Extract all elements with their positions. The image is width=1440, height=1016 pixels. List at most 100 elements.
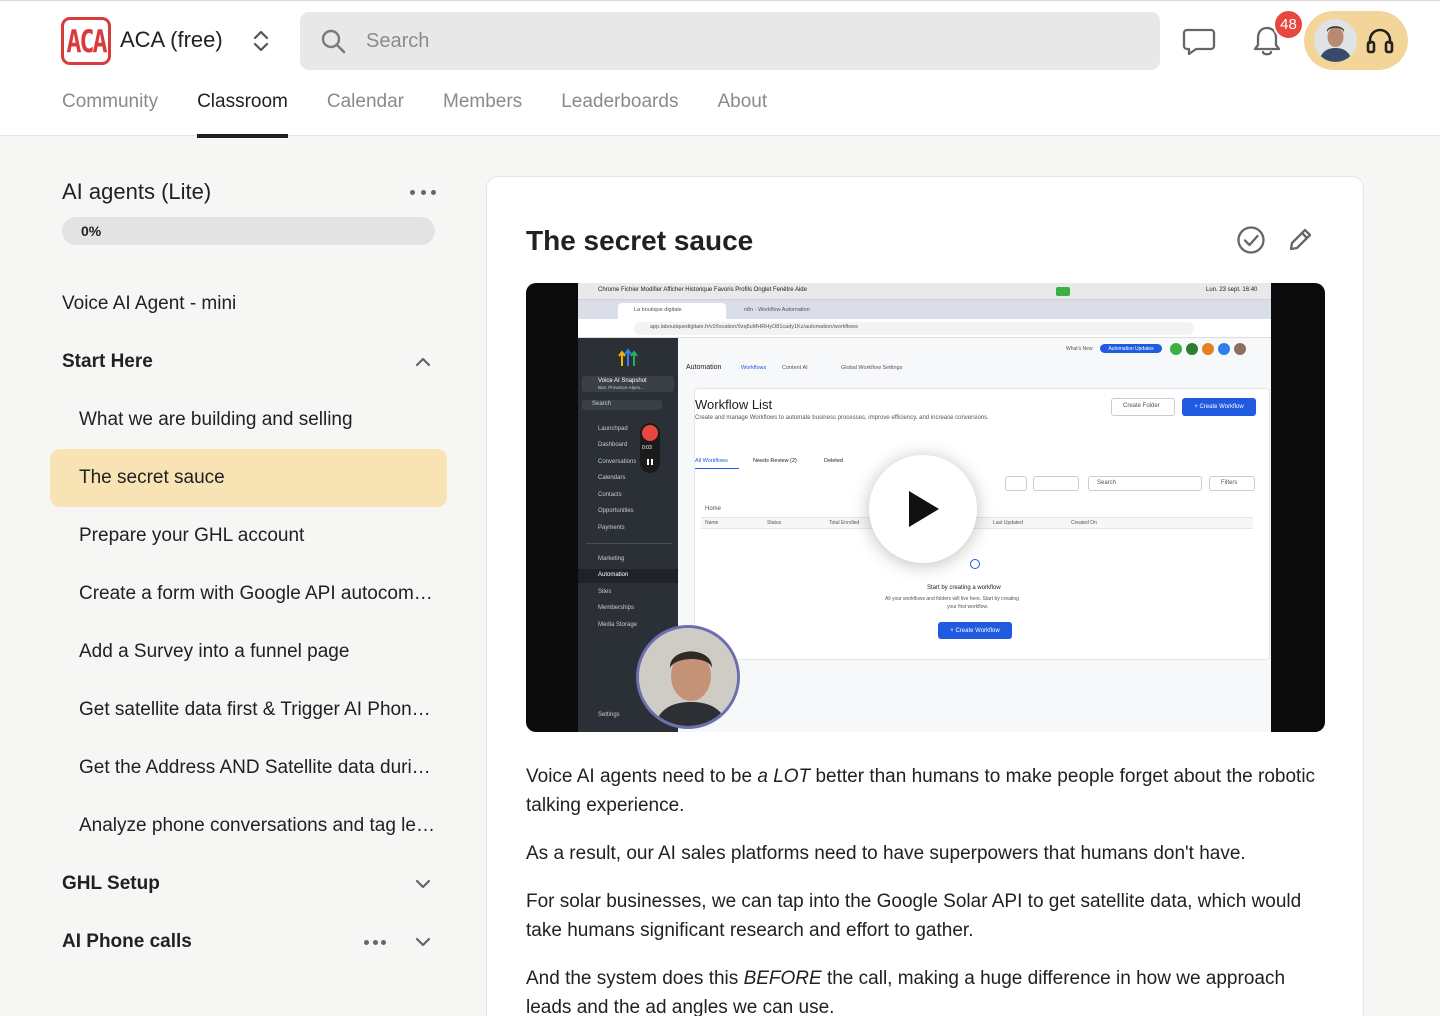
lesson-label: Add a Survey into a funnel page	[79, 641, 350, 662]
lesson-label: Get satellite data first & Trigger AI Ph…	[79, 699, 431, 720]
chevron-down-icon[interactable]	[413, 932, 433, 952]
course-more-icon[interactable]	[410, 184, 436, 200]
side-search: Search	[592, 401, 612, 407]
recording-controls: 0:03	[640, 423, 660, 473]
side-item: Sites	[598, 589, 612, 595]
browser-url-bar: app.laboutiquedigitale.fr/v2/location/9z…	[578, 319, 1271, 338]
section-label: Start Here	[62, 351, 153, 372]
account-sub: Biot, Provence-Alpes...	[598, 385, 644, 390]
browser-tab-2: n8n - Workflow Automation	[744, 307, 810, 313]
section-start-here[interactable]: Start Here	[50, 333, 447, 391]
app-main: Automation Workflows Content AI Global W…	[678, 338, 1271, 732]
side-item: Media Storage	[598, 622, 638, 628]
lesson-item[interactable]: Analyze phone conversations and tag le…	[50, 797, 447, 855]
paragraph: As a result, our AI sales platforms need…	[526, 839, 1326, 868]
empty-desc: your first workflow.	[947, 604, 989, 610]
module-label: Voice AI Agent - mini	[62, 293, 237, 314]
user-photo	[1314, 19, 1357, 62]
section-label: GHL Setup	[62, 873, 160, 894]
side-item: Opportunities	[598, 508, 634, 514]
group-logo[interactable]: ACA	[61, 17, 111, 65]
subtab: Deleted	[824, 458, 843, 464]
tab-community[interactable]: Community	[62, 89, 158, 137]
tab-members[interactable]: Members	[443, 89, 522, 137]
notification-badge: 48	[1273, 9, 1304, 40]
lesson-label: Get the Address AND Satellite data duri…	[79, 757, 431, 778]
lesson-video[interactable]: Chrome Fichier Modifier Afficher Histori…	[526, 283, 1325, 732]
lesson-item[interactable]: Get satellite data first & Trigger AI Ph…	[50, 681, 447, 739]
lesson-card: The secret sauce Chrome Fichier Modifier…	[486, 176, 1364, 1016]
check-circle-icon[interactable]	[1236, 225, 1266, 255]
lesson-item[interactable]: What we are building and selling	[50, 391, 447, 449]
text: As a result, our AI sales platforms need…	[526, 843, 1246, 864]
lesson-item[interactable]: Get the Address AND Satellite data duri…	[50, 739, 447, 797]
tab-calendar[interactable]: Calendar	[327, 89, 404, 137]
empty-desc: All your workflows and folders will live…	[885, 596, 1019, 602]
chat-icon[interactable]	[1180, 23, 1218, 59]
chevron-up-icon[interactable]	[413, 352, 433, 372]
clock-text: Lun. 23 sept. 16:40	[1206, 287, 1258, 293]
side-item: Memberships	[598, 605, 635, 611]
menu-bar-text: Chrome Fichier Modifier Afficher Histori…	[598, 287, 807, 293]
lesson-list: Voice AI Agent - mini Start Here What we…	[50, 275, 447, 971]
workflow-desc: Create and manage Workflows to automate …	[695, 415, 989, 421]
main-tabs: Community Classroom Calendar Members Lea…	[62, 89, 806, 138]
avatar[interactable]	[1314, 19, 1357, 62]
browser-tabs: La boutique digitale n8n - Workflow Auto…	[578, 300, 1271, 319]
search-input[interactable]	[366, 29, 1126, 53]
side-item: Calendars	[598, 475, 626, 481]
lesson-item[interactable]: Create a form with Google API autocom…	[50, 565, 447, 623]
lesson-item-active[interactable]: The secret sauce	[50, 449, 447, 507]
chevron-up-down-icon[interactable]	[250, 27, 272, 55]
subtab: Needs Review (2)	[753, 458, 797, 464]
side-item: Settings	[598, 712, 620, 718]
course-progress-bar: 0%	[62, 217, 435, 245]
pencil-icon[interactable]	[1285, 225, 1315, 255]
section-label: AI Phone calls	[62, 931, 192, 952]
lesson-item[interactable]: Add a Survey into a funnel page	[50, 623, 447, 681]
side-item: Dashboard	[598, 442, 628, 448]
text: Voice AI agents need to be	[526, 766, 758, 787]
section-ghl-setup[interactable]: GHL Setup	[50, 855, 447, 913]
chevron-down-icon[interactable]	[413, 874, 433, 894]
updates-pill: Automation Updates	[1100, 344, 1162, 353]
create-workflow-center: + Create Workflow	[938, 622, 1012, 639]
mini-filters: Filters	[1221, 480, 1238, 486]
emphasis: BEFORE	[743, 968, 822, 989]
headset-icon[interactable]	[1365, 26, 1395, 56]
section-more-icon[interactable]	[364, 936, 386, 948]
lesson-item[interactable]: Prepare your GHL account	[50, 507, 447, 565]
lesson-label: Create a form with Google API autocom…	[79, 583, 433, 604]
side-item: Contacts	[598, 492, 622, 498]
group-name[interactable]: ACA (free)	[120, 27, 223, 53]
top-bar: ACA ACA (free) 48	[0, 0, 1440, 138]
create-workflow-top: + Create Workflow	[1182, 398, 1256, 416]
side-item: Conversations	[598, 459, 637, 465]
play-button[interactable]	[869, 455, 977, 563]
side-item: Marketing	[598, 556, 625, 562]
side-item: Payments	[598, 525, 625, 531]
mini-col: Created On	[1071, 520, 1097, 526]
search-bar[interactable]	[300, 12, 1160, 70]
tab-leaderboards[interactable]: Leaderboards	[561, 89, 678, 137]
tab-about[interactable]: About	[717, 89, 767, 137]
course-title: AI agents (Lite)	[62, 179, 212, 204]
module-voice-ai-agent-mini[interactable]: Voice AI Agent - mini	[50, 275, 447, 333]
app-logo-icon	[618, 348, 638, 366]
paragraph: Voice AI agents need to be a LOT better …	[526, 762, 1326, 820]
user-menu[interactable]	[1304, 11, 1408, 70]
app-nav-item: Content AI	[782, 365, 808, 371]
section-ai-phone-calls[interactable]: AI Phone calls	[50, 913, 447, 971]
account-name: Voice AI Snapshot	[598, 378, 647, 384]
app-nav-item: Global Workflow Settings	[841, 365, 903, 371]
mini-col: Last Updated	[993, 520, 1023, 526]
camera-indicator	[1056, 287, 1070, 296]
browser-tab-1: La boutique digitale	[634, 307, 682, 313]
subtab: All Workflows	[695, 458, 728, 464]
tab-classroom[interactable]: Classroom	[197, 89, 288, 138]
rec-time: 0:03	[642, 445, 652, 451]
side-item: Launchpad	[598, 426, 628, 432]
webcam-overlay	[636, 625, 740, 729]
lesson-label: Analyze phone conversations and tag le…	[79, 815, 435, 836]
workflow-panel: Workflow List Create and manage Workflow…	[694, 388, 1270, 660]
